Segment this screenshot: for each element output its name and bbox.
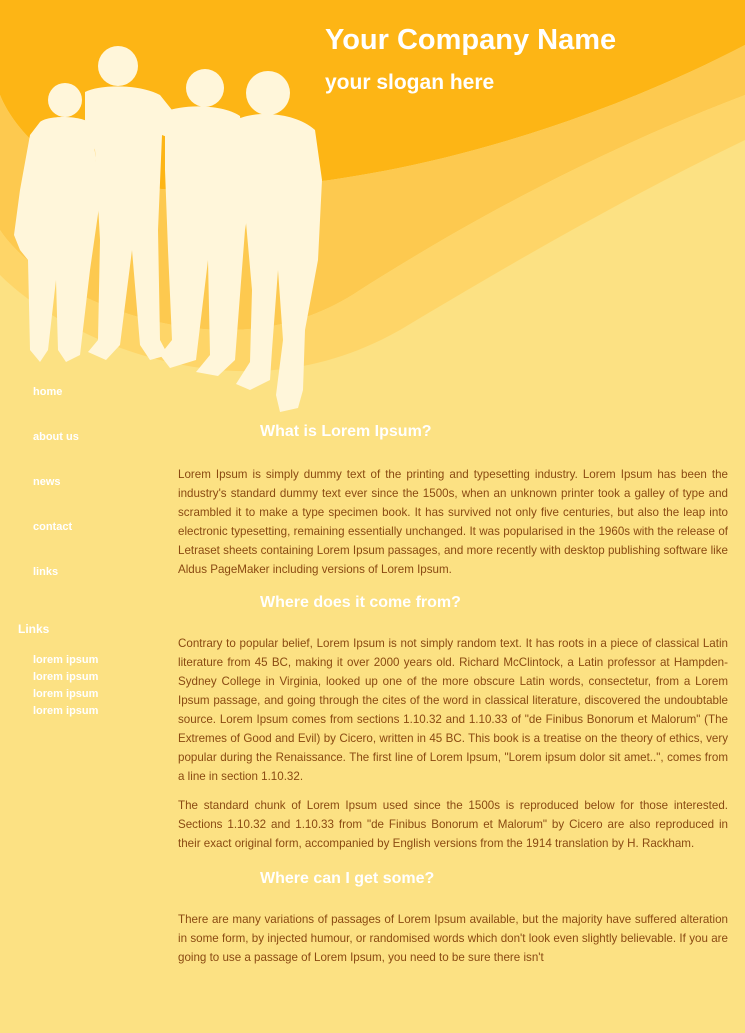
nav-link-links[interactable]: links	[33, 566, 79, 611]
site-slogan: your slogan here	[325, 71, 495, 94]
section-paragraph: Lorem Ipsum is simply dummy text of the …	[178, 468, 728, 576]
sidebar-links-heading: Links	[18, 622, 50, 636]
sidebar-link[interactable]: lorem ipsum	[33, 705, 98, 722]
main-content: What is Lorem Ipsum? Lorem Ipsum is simp…	[178, 420, 728, 967]
section-heading: Where can I get some?	[260, 870, 435, 887]
main-navigation: home about us news contact links	[33, 386, 79, 611]
section-paragraph: The standard chunk of Lorem Ipsum used s…	[178, 799, 728, 850]
section-paragraph: There are many variations of passages of…	[178, 913, 728, 964]
section-heading: Where does it come from?	[260, 594, 461, 611]
section-paragraph: Contrary to popular belief, Lorem Ipsum …	[178, 637, 728, 783]
site-title: Your Company Name	[325, 24, 617, 56]
header-banner: Your Company Name your slogan here	[0, 0, 745, 420]
nav-link-contact[interactable]: contact	[33, 521, 79, 566]
nav-link-about-us[interactable]: about us	[33, 431, 79, 476]
sidebar-link[interactable]: lorem ipsum	[33, 688, 98, 705]
sidebar-link[interactable]: lorem ipsum	[33, 654, 98, 671]
sidebar-link[interactable]: lorem ipsum	[33, 671, 98, 688]
sidebar-links-list: lorem ipsum lorem ipsum lorem ipsum lore…	[33, 654, 98, 722]
nav-link-home[interactable]: home	[33, 386, 79, 431]
section-heading: What is Lorem Ipsum?	[260, 423, 432, 440]
nav-link-news[interactable]: news	[33, 476, 79, 521]
people-silhouette-illustration	[14, 46, 322, 412]
